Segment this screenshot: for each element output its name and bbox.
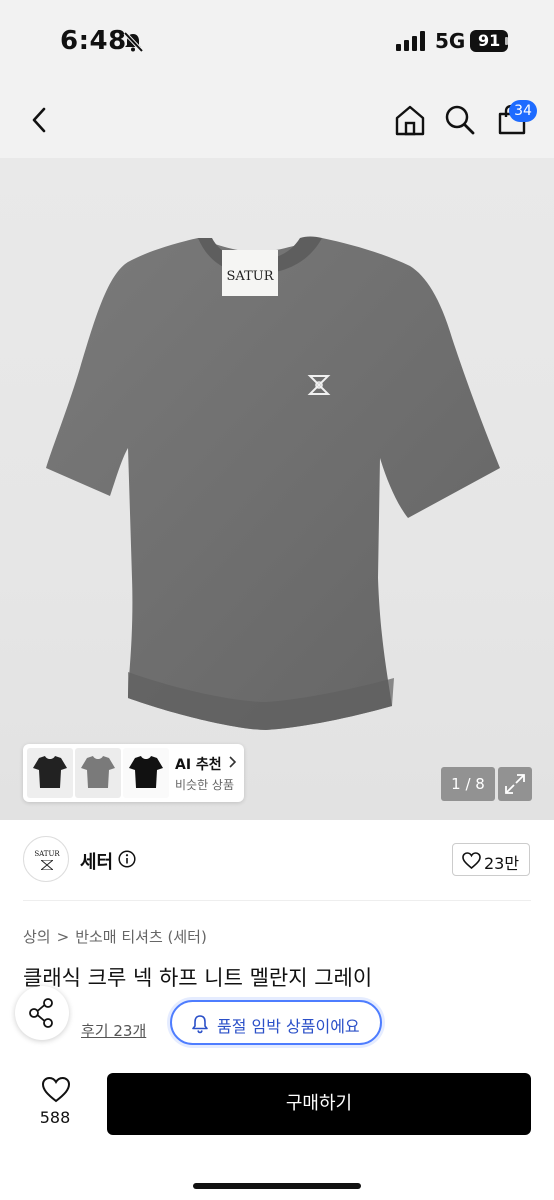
- wishlist-heart-icon[interactable]: [41, 1076, 71, 1103]
- search-icon[interactable]: [444, 104, 476, 136]
- rec-thumb-1[interactable]: [27, 748, 73, 798]
- bell-off-icon: [123, 31, 144, 53]
- expand-icon: [505, 774, 525, 794]
- rec-thumb-2[interactable]: [75, 748, 121, 798]
- brand-name[interactable]: 세터: [80, 848, 113, 874]
- rec-thumb-3[interactable]: [123, 748, 169, 798]
- brand-logo[interactable]: SATUR: [23, 836, 69, 882]
- brand-like-count: 23만: [484, 854, 520, 873]
- home-icon[interactable]: [393, 104, 427, 136]
- breadcrumb-separator-icon: >: [56, 928, 70, 946]
- wishlist-count: 588: [39, 1108, 71, 1127]
- network-label: 5G: [435, 29, 466, 53]
- brand-logo-text: SATUR: [34, 850, 60, 858]
- signal-icon: [396, 31, 425, 51]
- product-image: SATUR: [46, 236, 500, 730]
- heart-icon: [462, 852, 481, 869]
- brand-like-button[interactable]: 23만: [452, 843, 530, 876]
- review-count-link[interactable]: 후기 23개: [81, 1020, 146, 1041]
- divider: [23, 900, 531, 901]
- buy-button[interactable]: 구매하기: [107, 1073, 531, 1135]
- shirt-label-text: SATUR: [227, 269, 275, 284]
- info-icon[interactable]: [118, 850, 136, 868]
- ai-recommend-card[interactable]: AI 추천 비슷한 상품: [23, 744, 244, 802]
- breadcrumb-item[interactable]: 반소매 티셔츠 (세터): [75, 928, 207, 946]
- status-bar: 6:48 5G 91: [0, 0, 554, 84]
- product-title: 클래식 크루 넥 하프 니트 멜란지 그레이: [23, 966, 373, 990]
- ai-recommend-subtitle: 비슷한 상품: [175, 778, 235, 792]
- image-page-indicator: 1 / 8: [441, 767, 495, 801]
- product-page: 6:48 5G 91 34 SATUR AI 추천 비슷한 상품 1 / 8 S…: [0, 0, 554, 1200]
- low-stock-toast-text: 품절 임박 상품이에요: [217, 1017, 360, 1036]
- status-time: 6:48: [60, 26, 127, 56]
- expand-image-button[interactable]: [498, 767, 532, 801]
- back-icon[interactable]: [28, 106, 52, 134]
- battery-icon: 91: [470, 30, 509, 52]
- low-stock-toast: 품절 임박 상품이에요: [170, 1000, 382, 1045]
- ai-recommend-title: AI 추천: [175, 757, 222, 773]
- share-icon: [29, 998, 53, 1028]
- product-image-carousel[interactable]: SATUR: [0, 158, 554, 820]
- share-button[interactable]: [15, 986, 69, 1040]
- cart-count-badge: 34: [509, 100, 537, 122]
- chevron-right-icon: [229, 756, 237, 768]
- breadcrumb-item[interactable]: 상의: [23, 928, 51, 946]
- brand-logo-mark-icon: [41, 860, 53, 870]
- breadcrumb: 상의 > 반소매 티셔츠 (세터): [23, 926, 213, 947]
- home-indicator: [193, 1183, 361, 1189]
- battery-tip: [505, 37, 508, 45]
- bell-icon: [192, 1015, 208, 1034]
